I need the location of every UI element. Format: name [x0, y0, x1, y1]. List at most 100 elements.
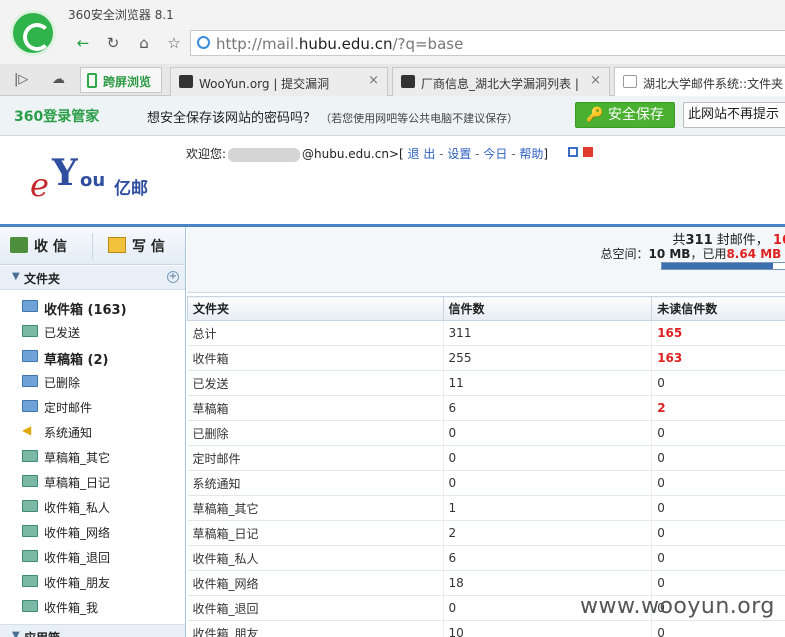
cell-mail-count: 11	[443, 370, 653, 396]
help-link[interactable]: 帮助	[519, 147, 543, 161]
cross-screen-button[interactable]: 跨屏浏览	[80, 67, 162, 93]
folder-stats-table: 文件夹 信件数 未读信件数 总计 311 165 收件箱 255 163 已发送 11 0 草稿箱…	[187, 296, 785, 637]
folder-icon	[22, 525, 38, 537]
folder-inbox[interactable]: 收件箱 (163)	[22, 295, 182, 319]
add-folder-icon[interactable]: +	[167, 271, 179, 283]
mailbox-summary: 共311 封邮件， 16 总空间：10 MB，已用8.64 MB (	[187, 227, 785, 293]
folder-notices[interactable]: ◀ 系统通知	[22, 420, 182, 444]
cell-mail-count: 0	[443, 470, 653, 496]
tab-close-icon[interactable]: ×	[368, 73, 379, 88]
folder-inbox-friends[interactable]: 收件箱_朋友	[22, 570, 182, 594]
col-folder[interactable]: 文件夹	[187, 296, 444, 321]
cell-folder-name: 已发送	[187, 370, 444, 396]
cell-folder-name: 收件箱	[187, 345, 444, 371]
table-row[interactable]: 总计 311 165	[187, 320, 785, 346]
table-row[interactable]: 定时邮件 0 0	[187, 445, 785, 471]
collapse-icon: ▼	[12, 630, 20, 637]
quota-bar	[661, 262, 785, 270]
cell-unread-count: 0	[651, 470, 785, 496]
folder-drafts[interactable]: 草稿箱 (2)	[22, 345, 182, 369]
tab-wooyun-submit[interactable]: WooYun.org | 提交漏洞 ×	[170, 67, 388, 96]
never-ask-button[interactable]: 此网站不再提示	[683, 102, 785, 128]
favorite-button[interactable]: ☆	[163, 33, 185, 53]
table-row[interactable]: 草稿箱_日记 2 0	[187, 520, 785, 546]
cell-mail-count: 6	[443, 545, 653, 571]
browser-title: 360安全浏览器 8.1	[68, 8, 174, 22]
tab-close-icon[interactable]: ×	[590, 73, 601, 88]
cell-mail-count: 10	[443, 620, 653, 637]
folder-scheduled[interactable]: 定时邮件	[22, 395, 182, 419]
cell-folder-name: 草稿箱	[187, 395, 444, 421]
today-link[interactable]: 今日	[483, 147, 507, 161]
table-row[interactable]: 已发送 11 0	[187, 370, 785, 396]
folders-header[interactable]: ▼ 文件夹 +	[0, 266, 185, 290]
password-manager-brand: 360登录管家	[14, 109, 100, 125]
folder-icon	[22, 350, 38, 362]
home-button[interactable]: ⌂	[133, 33, 155, 53]
cell-folder-name: 草稿箱_其它	[187, 495, 444, 521]
cell-mail-count: 6	[443, 395, 653, 421]
folder-icon	[22, 575, 38, 587]
receive-button[interactable]: 收 信	[10, 236, 67, 256]
address-bar[interactable]: http://mail.hubu.edu.cn/?q=base	[190, 30, 785, 56]
apps-header[interactable]: ▼ 应用箱	[0, 624, 185, 637]
cell-unread-count: 165	[651, 320, 785, 346]
folder-inbox-me[interactable]: 收件箱_我	[22, 595, 182, 619]
table-row[interactable]: 收件箱_私人 6 0	[187, 545, 785, 571]
cell-mail-count: 255	[443, 345, 653, 371]
reload-button[interactable]: ↻	[102, 33, 124, 53]
folder-icon	[22, 600, 38, 612]
folder-inbox-network[interactable]: 收件箱_网络	[22, 520, 182, 544]
cell-unread-count: 2	[651, 395, 785, 421]
col-count[interactable]: 信件数	[442, 296, 653, 321]
folder-icon	[22, 450, 38, 462]
folder-icon	[22, 300, 38, 312]
cell-folder-name: 总计	[187, 320, 444, 346]
cell-unread-count: 0	[651, 570, 785, 596]
table-row[interactable]: 草稿箱_其它 1 0	[187, 495, 785, 521]
folder-deleted[interactable]: 已删除	[22, 370, 182, 394]
folder-inbox-private[interactable]: 收件箱_私人	[22, 495, 182, 519]
cell-mail-count: 0	[443, 445, 653, 471]
cell-folder-name: 草稿箱_日记	[187, 520, 444, 546]
theme-red-icon[interactable]	[583, 147, 593, 157]
collapse-icon: ▼	[12, 271, 20, 282]
sidebar-toggle-icon[interactable]: |▷	[14, 72, 28, 87]
table-row[interactable]: 系统通知 0 0	[187, 470, 785, 496]
cloud-icon[interactable]: ☁	[52, 72, 65, 87]
cell-mail-count: 1	[443, 495, 653, 521]
welcome-line: 欢迎您: @hubu.edu.cn>[ 退 出 - 设置 - 今日 - 帮助]	[186, 147, 549, 162]
address-url: http://mail.hubu.edu.cn/?q=base	[216, 35, 464, 53]
eyou-logo: e You 亿邮	[30, 152, 148, 204]
back-button[interactable]: ←	[72, 33, 94, 53]
logout-link[interactable]: 退 出	[408, 147, 436, 161]
folder-drafts-diary[interactable]: 草稿箱_日记	[22, 470, 182, 494]
table-row[interactable]: 草稿箱 6 2	[187, 395, 785, 421]
folder-sent[interactable]: 已发送	[22, 320, 182, 344]
wooyun-favicon-icon	[179, 75, 193, 88]
quota-fill	[662, 263, 773, 269]
browser-titlebar: 360安全浏览器 8.1 ← ↻ ⌂ ☆ http://mail.hubu.ed…	[0, 0, 785, 64]
space-usage-line: 总空间：10 MB，已用8.64 MB (	[600, 247, 785, 261]
folder-sent-icon	[22, 325, 38, 337]
save-password-button[interactable]: 🔑 安全保存	[575, 102, 675, 128]
cell-mail-count: 18	[443, 570, 653, 596]
site-globe-icon	[197, 36, 210, 49]
folder-icon	[22, 475, 38, 487]
table-row[interactable]: 收件箱_网络 18 0	[187, 570, 785, 596]
tab-vendor-info[interactable]: 厂商信息_湖北大学漏洞列表 | W ×	[392, 67, 610, 96]
tab-mail-folders[interactable]: 湖北大学邮件系统::文件夹	[614, 67, 785, 97]
table-row[interactable]: 收件箱 255 163	[187, 345, 785, 371]
settings-link[interactable]: 设置	[447, 147, 471, 161]
theme-blue-icon[interactable]	[568, 147, 578, 157]
folder-inbox-bounced[interactable]: 收件箱_退回	[22, 545, 182, 569]
browser-logo-icon	[10, 10, 56, 56]
folder-drafts-other[interactable]: 草稿箱_其它	[22, 445, 182, 469]
col-unread[interactable]: 未读信件数	[651, 296, 785, 321]
table-row[interactable]: 已删除 0 0	[187, 420, 785, 446]
pencil-icon	[108, 237, 126, 253]
compose-button[interactable]: 写 信	[108, 236, 165, 256]
cell-unread-count: 0	[651, 420, 785, 446]
cell-unread-count: 0	[651, 545, 785, 571]
table-row[interactable]: 收件箱_朋友 10 0	[187, 620, 785, 637]
